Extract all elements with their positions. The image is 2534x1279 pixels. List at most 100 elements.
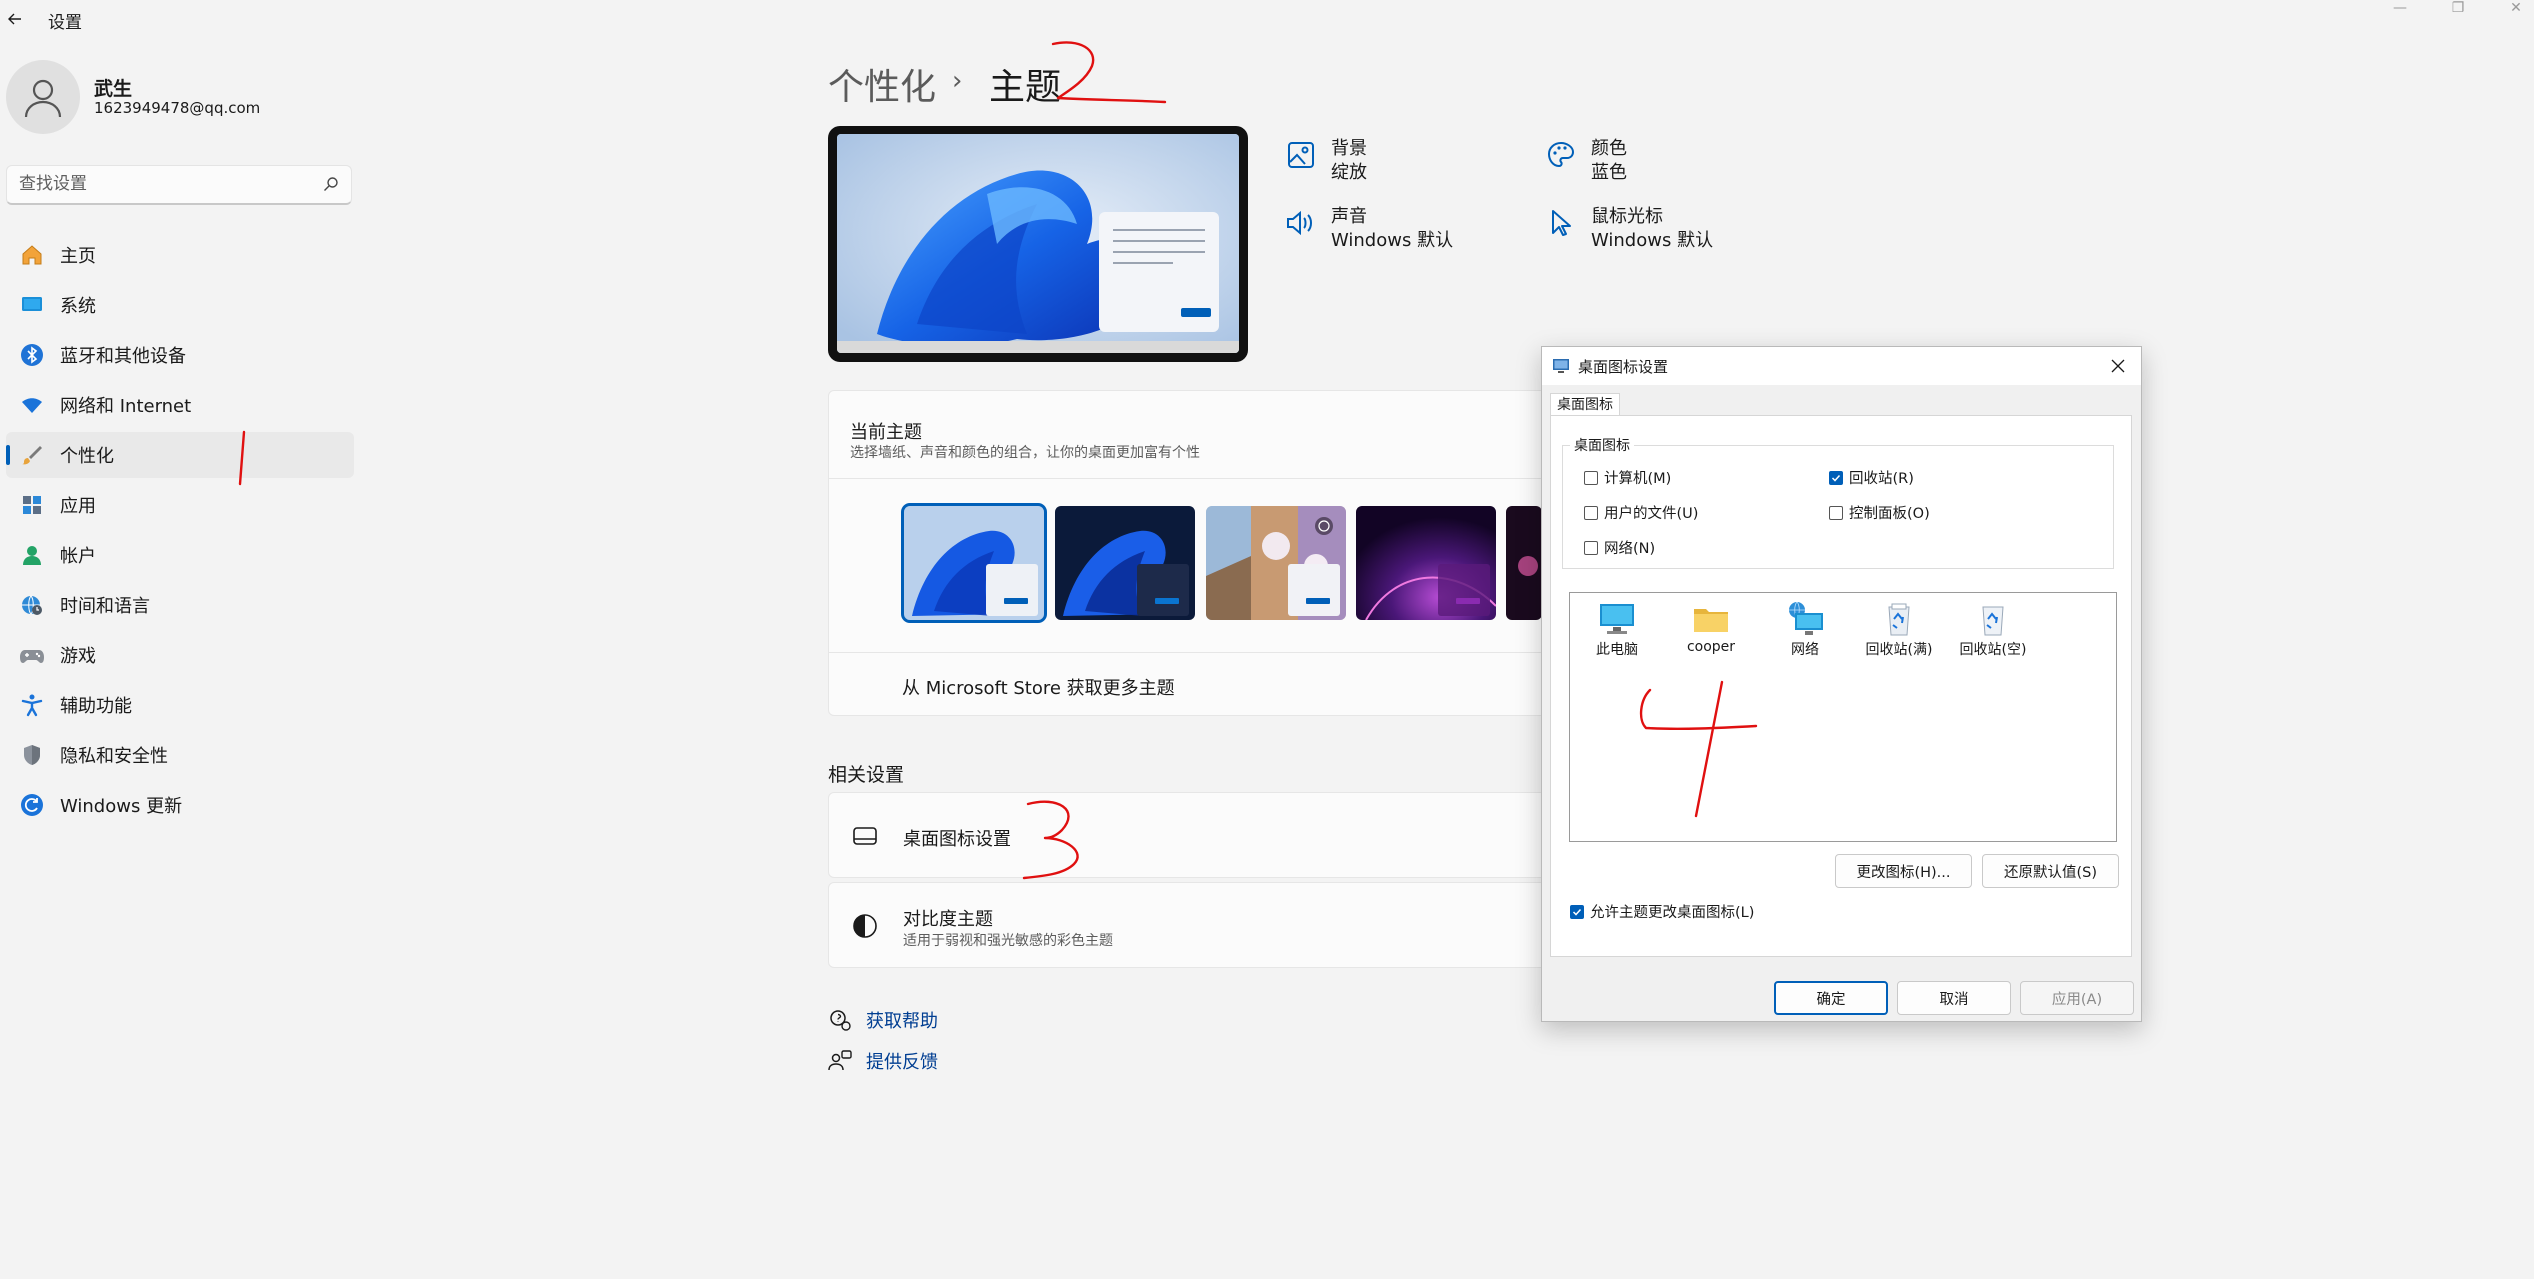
desktop-monitor-icon bbox=[851, 822, 879, 850]
get-help-link[interactable]: 获取帮助 bbox=[828, 1007, 938, 1033]
sidebar-item-time-language[interactable]: 时间和语言 bbox=[6, 582, 354, 628]
checkbox-label: 计算机(M) bbox=[1604, 471, 1672, 487]
sidebar-item-label: 辅助功能 bbox=[60, 696, 132, 717]
sidebar-item-system[interactable]: 系统 bbox=[6, 282, 354, 328]
sidebar-item-home[interactable]: 主页 bbox=[6, 232, 354, 278]
checkbox-box bbox=[1570, 904, 1584, 919]
icon-label: 回收站(满) bbox=[1865, 642, 1933, 658]
sidebar-item-gaming[interactable]: 游戏 bbox=[6, 632, 354, 678]
computer-checkbox[interactable]: 计算机(M) bbox=[1584, 467, 1671, 488]
checkbox-label: 网络(N) bbox=[1604, 541, 1656, 557]
sidebar-item-label: 网络和 Internet bbox=[60, 396, 192, 417]
sidebar-item-personalization[interactable]: 个性化 bbox=[6, 432, 354, 478]
sidebar-item-label: 应用 bbox=[60, 496, 96, 517]
home-icon bbox=[18, 241, 46, 269]
desktop-settings-icon bbox=[1552, 357, 1570, 375]
theme-thumbnail[interactable] bbox=[1206, 506, 1346, 620]
theme-preview bbox=[828, 126, 1248, 362]
search-icon[interactable] bbox=[323, 176, 339, 192]
network-checkbox[interactable]: 网络(N) bbox=[1584, 537, 1655, 558]
ok-button[interactable]: 确定 bbox=[1774, 981, 1888, 1015]
change-icon-button[interactable]: 更改图标(H)... bbox=[1835, 854, 1972, 888]
recycle-bin-checkbox[interactable]: 回收站(R) bbox=[1829, 467, 1914, 488]
restore-default-button[interactable]: 还原默认值(S) bbox=[1982, 854, 2119, 888]
theme-thumbnail[interactable] bbox=[1506, 506, 1542, 620]
breadcrumb-parent[interactable]: 个性化 bbox=[828, 58, 936, 110]
theme-thumbnail[interactable] bbox=[1055, 506, 1195, 620]
background-title: 背景 bbox=[1331, 138, 1367, 159]
color-setting[interactable]: 颜色 蓝色 bbox=[1543, 137, 1627, 185]
desktop-icon-settings-row[interactable]: 桌面图标设置 bbox=[828, 792, 1548, 878]
color-value: 蓝色 bbox=[1591, 162, 1627, 183]
checkbox-label: 回收站(R) bbox=[1849, 471, 1914, 487]
divider bbox=[829, 478, 1547, 479]
cursor-setting[interactable]: 鼠标光标 Windows 默认 bbox=[1543, 205, 1713, 253]
feedback-icon bbox=[828, 1049, 852, 1073]
sidebar-item-label: 时间和语言 bbox=[60, 596, 150, 617]
icon-item-user-folder[interactable]: cooper bbox=[1666, 601, 1756, 655]
feedback-label: 提供反馈 bbox=[866, 1052, 938, 1073]
maximize-button[interactable]: ❐ bbox=[2428, 0, 2488, 16]
recycle-bin-full-icon bbox=[1888, 603, 1910, 636]
icon-label: 此电脑 bbox=[1596, 642, 1638, 658]
dialog-title: 桌面图标设置 bbox=[1578, 358, 1669, 376]
tab-desktop-icons[interactable]: 桌面图标 bbox=[1550, 393, 1620, 416]
checkmark-icon bbox=[1831, 474, 1841, 482]
dialog-close-button[interactable] bbox=[2095, 347, 2141, 385]
get-help-label: 获取帮助 bbox=[866, 1011, 938, 1032]
theme-thumbnail[interactable] bbox=[1356, 506, 1496, 620]
contrast-themes-row[interactable]: 对比度主题 适用于弱视和强光敏感的彩色主题 bbox=[828, 882, 1548, 968]
contrast-icon bbox=[851, 912, 879, 940]
user-files-checkbox[interactable]: 用户的文件(U) bbox=[1584, 502, 1698, 523]
sidebar-item-windows-update[interactable]: Windows 更新 bbox=[6, 782, 354, 828]
sidebar-item-apps[interactable]: 应用 bbox=[6, 482, 354, 528]
icon-item-recycle-bin-empty[interactable]: 回收站(空) bbox=[1948, 601, 2038, 659]
sidebar-item-accessibility[interactable]: 辅助功能 bbox=[6, 682, 354, 728]
sidebar-item-privacy[interactable]: 隐私和安全性 bbox=[6, 732, 354, 778]
sidebar-item-bluetooth[interactable]: 蓝牙和其他设备 bbox=[6, 332, 354, 378]
allow-themes-checkbox[interactable]: 允许主题更改桌面图标(L) bbox=[1570, 901, 1754, 922]
checkbox-box bbox=[1829, 470, 1843, 485]
person-icon bbox=[24, 79, 62, 118]
sidebar-item-label: 隐私和安全性 bbox=[60, 746, 168, 767]
chevron-right-icon: › bbox=[952, 66, 963, 96]
bluetooth-icon bbox=[18, 341, 46, 369]
apply-button[interactable]: 应用(A) bbox=[2020, 981, 2134, 1015]
sound-setting[interactable]: 声音 Windows 默认 bbox=[1283, 205, 1453, 253]
sidebar-item-label: 主页 bbox=[60, 246, 96, 267]
sidebar-item-label: 个性化 bbox=[60, 446, 114, 467]
app-title: 设置 bbox=[48, 13, 82, 33]
back-button[interactable] bbox=[0, 6, 30, 32]
desktop-icon-settings-dialog: 桌面图标设置 桌面图标 桌面图标 计算机(M) 回收站(R) 用户的文件(U) … bbox=[1541, 346, 2142, 1022]
avatar[interactable] bbox=[6, 60, 80, 134]
checkbox-label: 用户的文件(U) bbox=[1604, 506, 1699, 522]
mouse-pointer-icon bbox=[1543, 205, 1579, 241]
icon-item-recycle-bin-full[interactable]: 回收站(满) bbox=[1854, 601, 1944, 659]
dialog-titlebar[interactable]: 桌面图标设置 bbox=[1542, 347, 2141, 385]
icon-item-this-pc[interactable]: 此电脑 bbox=[1572, 601, 1662, 659]
feedback-link[interactable]: 提供反馈 bbox=[828, 1048, 938, 1074]
background-setting[interactable]: 背景 绽放 bbox=[1283, 137, 1367, 185]
contrast-themes-title: 对比度主题 bbox=[903, 909, 993, 930]
checkbox-label: 允许主题更改桌面图标(L) bbox=[1590, 905, 1755, 921]
close-window-button[interactable]: ✕ bbox=[2486, 0, 2534, 16]
related-settings-title: 相关设置 bbox=[828, 764, 905, 786]
icon-item-network[interactable]: 网络 bbox=[1760, 601, 1850, 659]
sidebar-item-network[interactable]: 网络和 Internet bbox=[6, 382, 354, 428]
annotation-2 bbox=[1051, 41, 1167, 104]
theme-thumbnail[interactable] bbox=[901, 503, 1047, 623]
person-icon bbox=[18, 541, 46, 569]
sidebar-nav: 主页 系统 蓝牙和其他设备 网络和 Internet 个性化 应用 帐户 时间和… bbox=[6, 232, 354, 832]
icon-label: 网络 bbox=[1791, 642, 1819, 658]
checkbox-label: 控制面板(O) bbox=[1849, 506, 1930, 522]
control-panel-checkbox[interactable]: 控制面板(O) bbox=[1829, 502, 1930, 523]
checkbox-box bbox=[1584, 505, 1598, 520]
sidebar-item-accounts[interactable]: 帐户 bbox=[6, 532, 354, 578]
sound-title: 声音 bbox=[1331, 206, 1367, 227]
microsoft-store-link[interactable]: 从 Microsoft Store 获取更多主题 bbox=[902, 674, 1175, 700]
accessibility-icon bbox=[18, 691, 46, 719]
cancel-button[interactable]: 取消 bbox=[1897, 981, 2011, 1015]
computer-icon bbox=[1600, 604, 1634, 634]
search-input[interactable] bbox=[19, 166, 309, 202]
minimize-button[interactable]: — bbox=[2370, 0, 2430, 16]
